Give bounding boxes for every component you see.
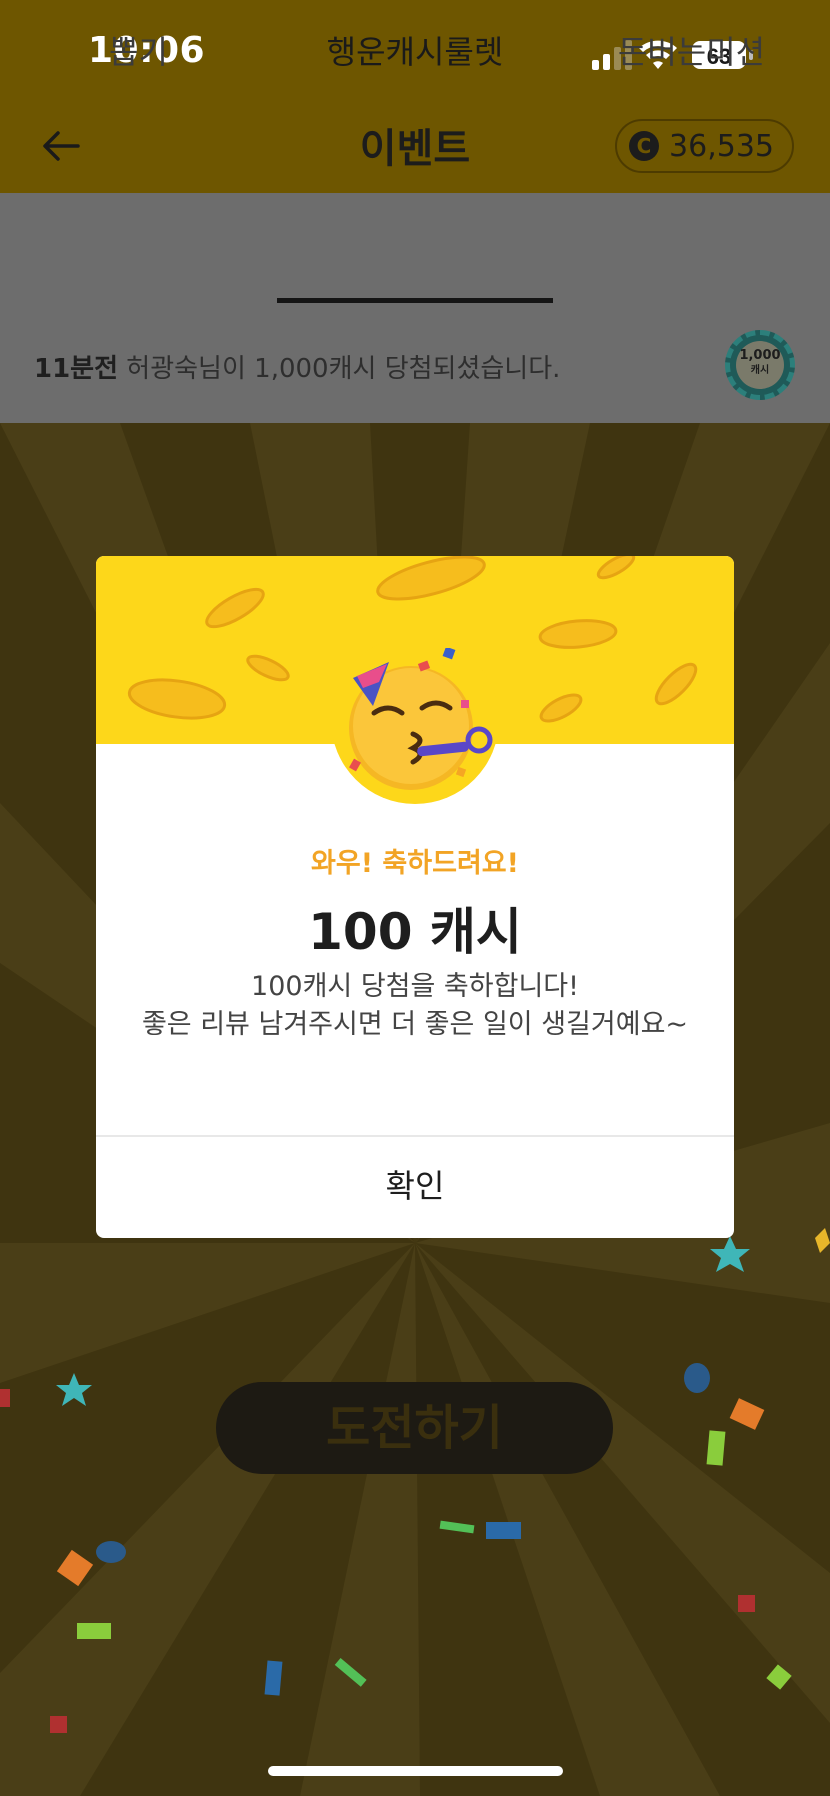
ticker-text: 11분전 허광숙님이 1,000캐시 당첨되셨습니다. [34, 348, 560, 385]
challenge-button[interactable]: 도전하기 [216, 1382, 613, 1474]
ticker-message: 허광숙님이 1,000캐시 당첨되셨습니다. [126, 354, 561, 384]
tab-money-mission[interactable]: 돈버는미션 [553, 0, 830, 112]
active-tab-indicator [277, 298, 553, 303]
cash-balance[interactable]: C 36,535 [615, 119, 794, 173]
tab-draw[interactable]: 뽑기 [0, 0, 277, 112]
tab-lucky-roulette[interactable]: 행운캐시룰렛 [277, 0, 553, 112]
cash-coin-icon: C [629, 131, 660, 161]
tab-bar [0, 193, 830, 305]
cash-amount: 36,535 [669, 128, 774, 164]
message-line-2: 좋은 리뷰 남겨주시면 더 좋은 일이 생길거예요~ [141, 1009, 689, 1040]
chip-label: 1,000 캐시 [736, 341, 784, 389]
party-face-icon [339, 646, 499, 798]
chip-unit: 캐시 [750, 365, 770, 376]
ticker-time: 11분전 [34, 354, 119, 384]
reward-dialog: 와우! 축하드려요! 100 캐시 100캐시 당첨을 축하합니다! 좋은 리뷰… [96, 556, 734, 1238]
message-line-1: 100캐시 당첨을 축하합니다! [251, 971, 579, 1002]
chip-value: 1,000 [739, 348, 781, 363]
home-indicator[interactable] [268, 1766, 563, 1776]
confirm-button[interactable]: 확인 [96, 1137, 734, 1238]
dialog-subtitle: 와우! 축하드려요! [311, 848, 519, 879]
reward-amount: 100 캐시 [308, 903, 522, 961]
dialog-message: 100캐시 당첨을 축하합니다! 좋은 리뷰 남겨주시면 더 좋은 일이 생길거… [96, 968, 734, 1044]
